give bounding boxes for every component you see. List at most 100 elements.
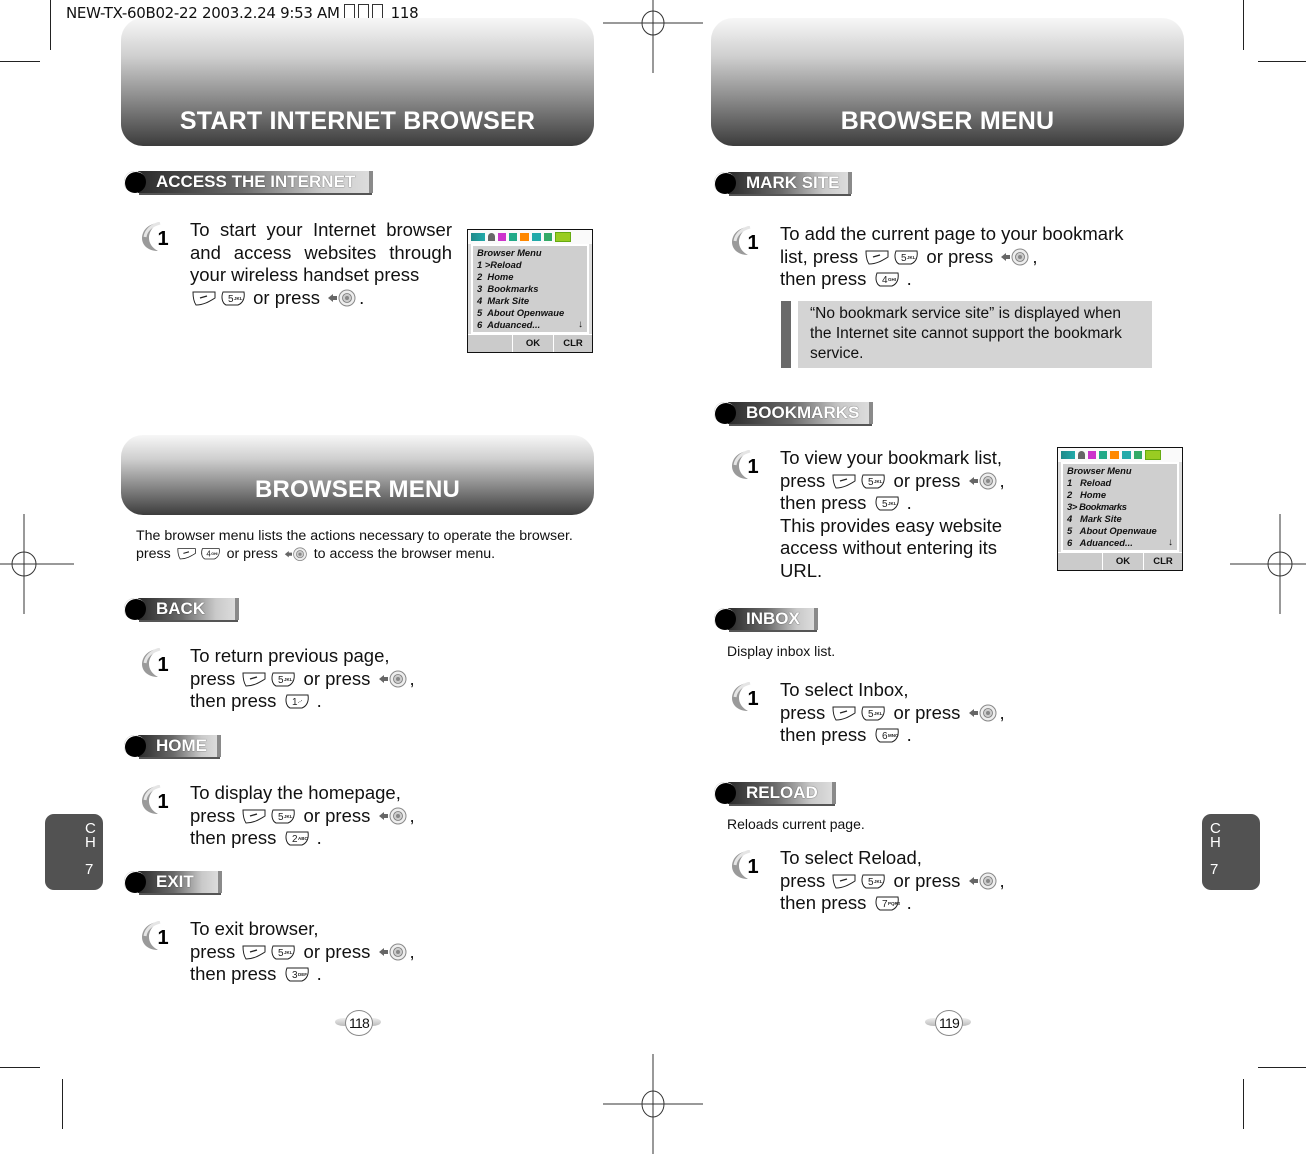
navigation-key-icon [284,547,308,561]
intro-text: The browser menu lists the actions neces… [136,528,573,544]
reload-description: Reloads current page. [727,816,865,832]
step-text: or press [888,869,966,891]
step-text: or press [888,701,966,723]
scroll-down-arrow-icon: ↓ [578,319,583,330]
key-6-icon: 6 MNO [874,727,900,744]
menu-softkey-icon [242,808,266,825]
phone-menu-item: 4 Mark Site [477,295,530,306]
key-3-icon: 3 DEF [284,966,310,983]
step-text: , [409,667,415,689]
crop-mark [1243,1079,1244,1129]
softkey-left [1058,553,1103,570]
step-text: press [190,667,241,689]
phone-screen-bookmarks: Browser Menu 1 Reload 2 Home 3> Bookmark… [1057,447,1183,571]
softkey-clr: CLR [1153,556,1173,567]
chapter-tab-letter: H [1210,834,1221,851]
chapter-number: 7 [85,861,94,878]
svg-text:1: 1 [747,688,758,710]
step-text: access without entering its [780,537,997,558]
note-edge-bar [781,301,791,368]
step-text: then press [190,963,282,984]
menu-softkey-icon [832,873,856,890]
svg-text:JKL: JKL [284,814,293,819]
intro-text: or press [222,546,282,562]
key-5-icon: 5 JKL [220,290,246,307]
scroll-down-arrow-icon: ↓ [1168,537,1173,548]
crop-mark [1258,61,1306,62]
registration-mark-bottom [603,1054,703,1154]
bullet-icon [124,171,146,193]
phone-menu-item: 1 >Reload [477,259,522,270]
crop-mark [0,1067,40,1068]
svg-text:ABC: ABC [298,836,308,841]
step-text: . [901,892,912,913]
phone-menu-item: 3 Bookmarks [477,283,539,294]
step-text: To start your Internet browser [190,219,452,240]
key-4-icon: 4 GHI [874,271,900,288]
crop-mark [1243,0,1244,50]
key-5-icon: 5 JKL [893,249,919,266]
section-title: INBOX [728,608,818,630]
section-header-back: BACK [124,598,240,620]
step-text: To exit browser, [190,918,319,939]
intro-text: to access the browser menu. [309,546,496,562]
chapter-tab-left: C H 7 [45,814,103,890]
section-title: RELOAD [728,782,836,804]
step-text: , [1032,245,1038,267]
step-text: To return previous page, [190,645,390,666]
svg-text:1: 1 [747,856,758,878]
banner-title: BROWSER MENU [840,107,1055,135]
key-7-icon: 7 PQRS [874,895,900,912]
crop-mark [0,61,40,62]
softkey-ok: OK [1103,553,1144,570]
navigation-key-icon [327,289,357,307]
key-2-icon: 2 ABC [284,830,310,847]
step-text: To select Inbox, [780,679,909,700]
svg-text:JKL: JKL [874,879,883,884]
bullet-icon [714,782,736,804]
step-text: your wireless handset press [190,264,420,285]
bullet-icon [714,172,736,194]
svg-text:JKL: JKL [874,711,883,716]
step-text: then press [190,827,282,848]
section-header-home: HOME [124,735,221,757]
step-number-icon: 1 [730,225,768,256]
navigation-key-icon [378,943,408,961]
phone-softkeys: OK CLR [468,334,592,352]
step-text: press [190,804,241,826]
phone-menu-item: 5 About Openwaue [1067,525,1157,536]
page-banner-start-internet-browser: START INTERNET BROWSER [121,18,594,146]
svg-text:1: 1 [157,228,168,250]
key-1-icon: 1 .-' [284,693,310,710]
menu-softkey-icon [832,705,856,722]
svg-text:1: 1 [157,927,168,949]
page-number-right: 119 [923,1010,973,1036]
status-bar-icons [1058,448,1182,462]
phone-menu-item: 3> Bookmarks [1067,501,1127,512]
step-number-icon: 1 [730,849,768,880]
step-text: or press [298,667,376,689]
inbox-description: Display inbox list. [727,643,836,659]
section-title: EXIT [138,871,222,893]
key-5-icon: 5 JKL [270,808,296,825]
step-text: . [311,963,322,984]
bullet-icon [124,598,146,620]
bullet-icon [714,608,736,630]
page-banner-browser-menu-right: BROWSER MENU [711,18,1184,146]
step-text: press [780,701,831,723]
step-number-icon: 1 [140,647,178,678]
section-header-bookmarks: BOOKMARKS [714,402,874,424]
phone-menu-item: 6 Aduanced... [477,319,541,330]
section-title: HOME [138,735,221,757]
phone-menu-item: 5 About Openwaue [477,307,565,318]
step-text: To select Reload, [780,847,922,868]
step-text: , [999,869,1005,891]
key-5-icon: 5 JKL [874,495,900,512]
status-bar-icons [468,230,592,244]
section-header-reload: RELOAD [714,782,836,804]
page-number-left: 118 [333,1010,383,1036]
crop-mark [62,1079,63,1129]
step-text: or press [248,286,326,308]
step-text: . [901,268,912,289]
step-text: URL. [780,559,823,581]
